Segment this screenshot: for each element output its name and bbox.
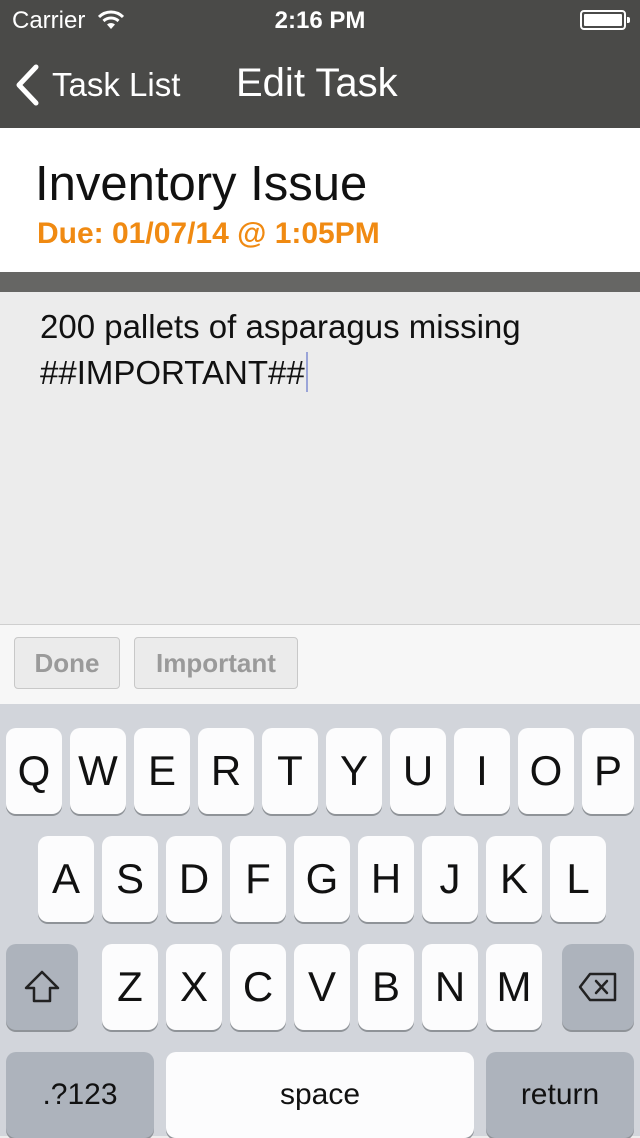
key-b[interactable]: B <box>358 944 414 1030</box>
key-h[interactable]: H <box>358 836 414 922</box>
task-header: Inventory Issue Due: 01/07/14 @ 1:05PM <box>0 128 640 272</box>
navigation-header: Carrier 2:16 PM Task List Edit Task <box>0 0 640 128</box>
notes-text[interactable]: 200 pallets of asparagus missing ##IMPOR… <box>40 304 620 396</box>
key-m[interactable]: M <box>486 944 542 1030</box>
key-n[interactable]: N <box>422 944 478 1030</box>
key-l[interactable]: L <box>550 836 606 922</box>
key-k[interactable]: K <box>486 836 542 922</box>
shift-icon <box>24 970 60 1003</box>
key-a[interactable]: A <box>38 836 94 922</box>
key-t[interactable]: T <box>262 728 318 814</box>
key-i[interactable]: I <box>454 728 510 814</box>
notes-text-view[interactable]: 200 pallets of asparagus missing ##IMPOR… <box>0 292 640 624</box>
key-e[interactable]: E <box>134 728 190 814</box>
done-button[interactable]: Done <box>14 637 120 689</box>
chevron-left-icon <box>16 64 39 106</box>
divider <box>0 272 640 292</box>
key-p[interactable]: P <box>582 728 634 814</box>
notes-line-1: 200 pallets of asparagus missing <box>40 308 521 345</box>
key-u[interactable]: U <box>390 728 446 814</box>
clock: 2:16 PM <box>274 7 366 34</box>
space-key[interactable]: space <box>166 1052 474 1138</box>
key-q[interactable]: Q <box>6 728 62 814</box>
back-button-label: Task List <box>52 66 181 103</box>
key-j[interactable]: J <box>422 836 478 922</box>
text-cursor <box>305 352 308 392</box>
key-c[interactable]: C <box>230 944 286 1030</box>
key-r[interactable]: R <box>198 728 254 814</box>
keyboard: Q W E R T Y U I O P A S D F G H J K L Z … <box>0 704 640 1138</box>
task-due-date[interactable]: Due: 01/07/14 @ 1:05PM <box>37 216 380 252</box>
numbers-key[interactable]: .?123 <box>6 1052 154 1138</box>
key-g[interactable]: G <box>294 836 350 922</box>
key-s[interactable]: S <box>102 836 158 922</box>
status-bar: Carrier 2:16 PM <box>0 0 640 40</box>
delete-icon <box>578 972 617 1002</box>
key-f[interactable]: F <box>230 836 286 922</box>
back-button[interactable]: Task List <box>14 62 180 108</box>
battery-icon <box>580 10 630 30</box>
page-title: Edit Task <box>236 61 398 105</box>
delete-key[interactable] <box>562 944 634 1030</box>
key-d[interactable]: D <box>166 836 222 922</box>
notes-line-2-text: ##IMPORTANT## <box>40 354 305 391</box>
key-y[interactable]: Y <box>326 728 382 814</box>
key-x[interactable]: X <box>166 944 222 1030</box>
nav-bar: Task List Edit Task <box>0 40 640 128</box>
keyboard-accessory-toolbar: Done Important <box>0 624 640 704</box>
return-key[interactable]: return <box>486 1052 634 1138</box>
key-w[interactable]: W <box>70 728 126 814</box>
key-o[interactable]: O <box>518 728 574 814</box>
key-v[interactable]: V <box>294 944 350 1030</box>
shift-key[interactable] <box>6 944 78 1030</box>
important-button[interactable]: Important <box>134 637 298 689</box>
task-title[interactable]: Inventory Issue <box>35 156 367 212</box>
notes-line-2: ##IMPORTANT## <box>40 350 620 396</box>
key-z[interactable]: Z <box>102 944 158 1030</box>
